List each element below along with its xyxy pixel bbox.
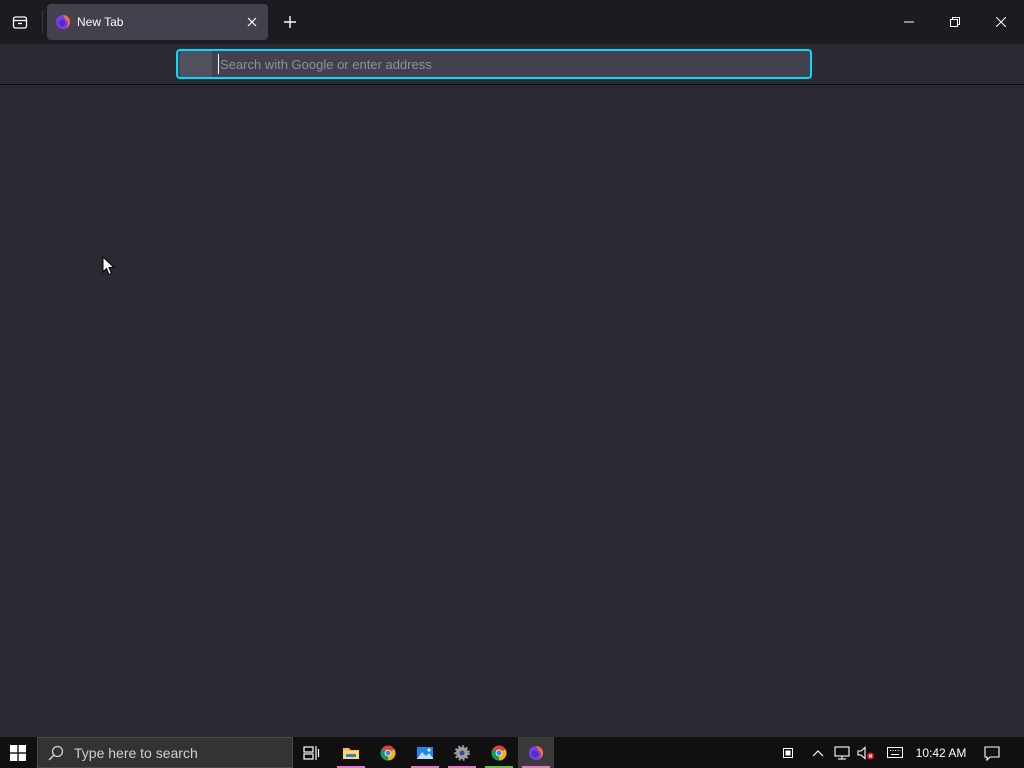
gear-icon	[454, 744, 470, 761]
taskbar-search-box[interactable]: Type here to search	[37, 737, 293, 768]
windows-icon	[10, 744, 26, 761]
chrome-icon	[491, 745, 507, 760]
start-button[interactable]	[0, 737, 36, 768]
urlbar[interactable]	[176, 49, 812, 79]
taskbar-search-placeholder: Type here to search	[74, 744, 198, 761]
firefox-icon	[55, 14, 71, 30]
chevron-up-icon	[812, 749, 824, 756]
search-engine-button[interactable]	[180, 51, 212, 77]
taskbar-firefox[interactable]	[518, 737, 554, 768]
action-center-button[interactable]	[980, 737, 1004, 768]
network-button[interactable]	[832, 737, 852, 768]
tab-close-button[interactable]	[240, 10, 264, 34]
notification-icon	[984, 745, 1000, 761]
tablet-icon	[783, 747, 793, 758]
show-hidden-icons-button[interactable]	[808, 737, 828, 768]
folder-icon	[343, 747, 359, 759]
mouse-pointer-icon	[102, 256, 116, 276]
keyboard-icon	[887, 747, 903, 758]
taskbar-photos[interactable]	[407, 737, 443, 768]
photos-icon	[417, 746, 433, 759]
tab-separator	[42, 10, 43, 34]
taskbar-chrome[interactable]	[370, 737, 406, 768]
taskbar-settings[interactable]	[444, 737, 480, 768]
tab-strip: New Tab	[0, 0, 1024, 44]
close-window-button[interactable]	[978, 0, 1024, 44]
close-icon	[996, 17, 1006, 27]
restore-icon	[950, 17, 960, 27]
volume-button[interactable]	[856, 737, 876, 768]
page-content	[0, 85, 1024, 737]
taskbar-file-explorer[interactable]	[333, 737, 369, 768]
close-icon	[247, 17, 257, 27]
minimize-button[interactable]	[886, 0, 932, 44]
firefox-icon	[529, 745, 543, 760]
tray-notification-app[interactable]	[778, 737, 798, 768]
touch-keyboard-button[interactable]	[884, 737, 906, 768]
task-view-button[interactable]	[294, 737, 330, 768]
task-view-icon	[303, 745, 320, 760]
tab-new-tab[interactable]: New Tab	[47, 4, 268, 40]
tab-title: New Tab	[77, 15, 124, 29]
text-caret	[218, 54, 219, 74]
search-icon	[48, 745, 64, 761]
plus-icon	[284, 16, 296, 28]
tab-list-icon	[12, 16, 28, 29]
taskbar: Type here to search 10:42 AM	[0, 737, 1024, 768]
list-all-tabs-button[interactable]	[6, 8, 34, 36]
restore-button[interactable]	[932, 0, 978, 44]
volume-muted-icon	[857, 745, 874, 760]
navigation-toolbar	[0, 44, 1024, 85]
taskbar-chrome-2[interactable]	[481, 737, 517, 768]
taskbar-clock[interactable]: 10:42 AM	[910, 737, 972, 768]
chrome-icon	[380, 745, 396, 760]
new-tab-button[interactable]	[276, 8, 304, 36]
url-input[interactable]	[212, 51, 810, 77]
minimize-icon	[904, 21, 914, 23]
network-icon	[834, 745, 850, 760]
